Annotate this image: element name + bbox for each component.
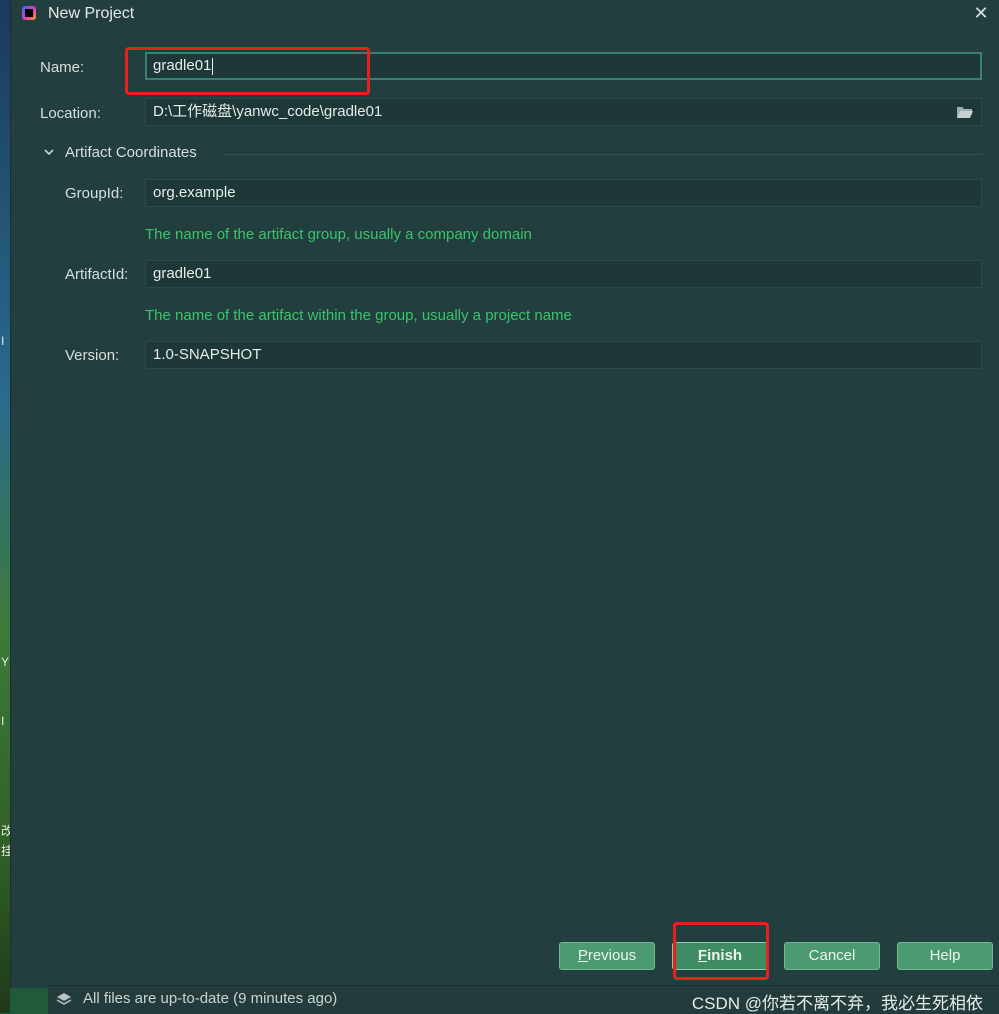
- close-button[interactable]: ✕: [970, 2, 992, 24]
- highlight-box-name: [125, 47, 370, 95]
- groupid-label: GroupId:: [65, 185, 124, 202]
- desktop-background: I Y I 改 挂: [0, 0, 13, 1013]
- section-divider: [222, 154, 982, 155]
- previous-button[interactable]: Previous: [559, 942, 655, 970]
- chevron-down-icon[interactable]: [43, 146, 55, 158]
- layers-icon: [56, 993, 72, 1005]
- location-input[interactable]: D:\工作磁盘\yanwc_code\gradle01: [145, 98, 982, 126]
- artifactid-label: ArtifactId:: [65, 266, 129, 283]
- artifactid-hint: The name of the artifact within the grou…: [145, 307, 572, 324]
- window-title: New Project: [48, 5, 135, 22]
- groupid-hint: The name of the artifact group, usually …: [145, 226, 532, 243]
- location-input-value: D:\工作磁盘\yanwc_code\gradle01: [153, 103, 383, 120]
- desktop-text-fragment: I: [1, 714, 5, 728]
- new-project-dialog: New Project ✕ Name: gradle01 Location: D…: [10, 0, 999, 988]
- name-label: Name:: [40, 59, 85, 76]
- previous-label: revious: [587, 947, 637, 964]
- help-button[interactable]: Help: [897, 942, 993, 970]
- version-label: Version:: [65, 347, 120, 364]
- title-bar[interactable]: New Project ✕: [11, 0, 999, 28]
- status-bar: All files are up-to-date (9 minutes ago)…: [48, 985, 999, 1014]
- previous-mnemonic: P: [577, 947, 588, 964]
- status-message: All files are up-to-date (9 minutes ago): [83, 990, 338, 1007]
- location-label: Location:: [40, 105, 101, 122]
- desktop-text-fragment: I: [1, 334, 5, 348]
- groupid-input-value: org.example: [153, 184, 236, 201]
- folder-open-icon[interactable]: [956, 105, 974, 119]
- highlight-box-finish: [673, 922, 769, 980]
- version-input[interactable]: 1.0-SNAPSHOT: [145, 341, 982, 369]
- desktop-text-fragment: Y: [1, 655, 10, 669]
- cancel-button[interactable]: Cancel: [784, 942, 880, 970]
- groupid-input[interactable]: org.example: [145, 179, 982, 207]
- artifactid-input[interactable]: gradle01: [145, 260, 982, 288]
- artifact-coordinates-section[interactable]: Artifact Coordinates: [41, 144, 982, 164]
- artifactid-input-value: gradle01: [153, 265, 212, 282]
- version-input-value: 1.0-SNAPSHOT: [153, 346, 262, 363]
- section-title: Artifact Coordinates: [65, 144, 197, 161]
- intellij-app-icon: [22, 6, 36, 20]
- csdn-watermark: CSDN @你若不离不弃，我必生死相依: [691, 994, 983, 1013]
